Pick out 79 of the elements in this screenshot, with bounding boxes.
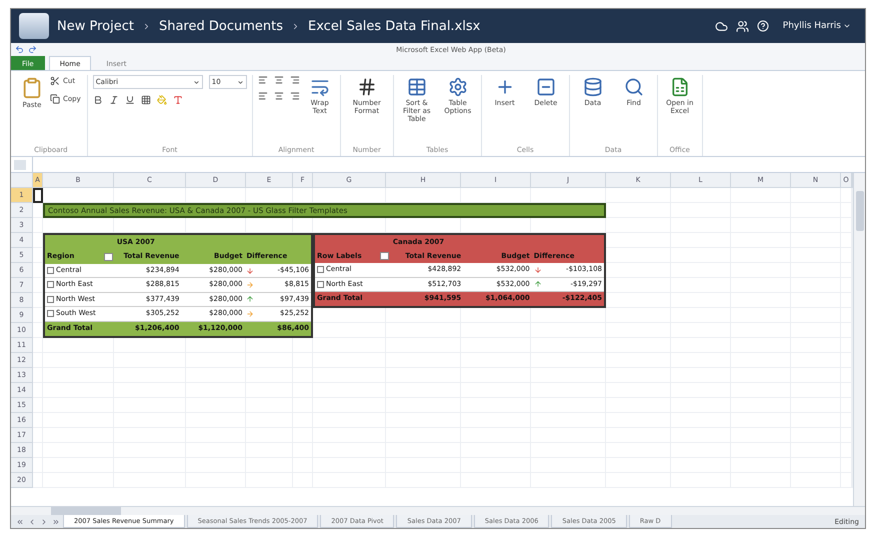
caret-icon — [192, 78, 200, 86]
grid-cell[interactable] — [33, 398, 43, 413]
grid-cell[interactable] — [841, 248, 852, 263]
table-icon — [406, 77, 427, 97]
grid-cell[interactable] — [606, 218, 671, 233]
grid-cell[interactable] — [33, 428, 43, 443]
grid-cell[interactable] — [33, 338, 43, 353]
chevron-icon — [291, 22, 300, 30]
grid-cell[interactable] — [841, 218, 852, 233]
align-left-icon[interactable] — [258, 75, 268, 85]
grid-cell[interactable] — [841, 203, 852, 218]
italic-icon[interactable] — [108, 95, 119, 105]
search-icon — [624, 77, 644, 97]
grid-cell[interactable] — [841, 428, 852, 443]
breadcrumb-item[interactable]: Shared Documents — [158, 18, 283, 34]
redo-icon[interactable] — [28, 45, 37, 54]
copy-icon — [50, 94, 60, 104]
fill-color-icon[interactable] — [156, 95, 167, 105]
undo-icon[interactable] — [15, 45, 24, 54]
minus-square-icon — [536, 77, 556, 97]
scissors-icon — [50, 76, 60, 86]
grid-cell[interactable] — [33, 443, 43, 458]
people-icon[interactable] — [736, 20, 749, 32]
active-cell[interactable] — [33, 188, 43, 203]
grid-cell[interactable] — [33, 458, 43, 473]
grid-cell[interactable] — [33, 368, 43, 383]
grid-cell[interactable] — [841, 323, 852, 338]
align-center-icon[interactable] — [274, 91, 284, 101]
align-right-icon[interactable] — [290, 75, 300, 85]
grid-cell[interactable] — [841, 278, 852, 293]
border-icon[interactable] — [140, 95, 151, 105]
grid-cell[interactable] — [841, 458, 852, 473]
grid-cell[interactable] — [731, 188, 791, 203]
help-icon[interactable] — [756, 20, 769, 32]
bold-icon[interactable] — [92, 95, 103, 105]
grid-cell[interactable] — [606, 308, 671, 323]
grid-cell[interactable] — [841, 353, 852, 368]
filter-icon[interactable] — [380, 252, 389, 260]
grid-cell[interactable] — [841, 383, 852, 398]
grid-cell[interactable] — [841, 443, 852, 458]
grid-cell[interactable] — [841, 338, 852, 353]
grid-cell[interactable] — [791, 188, 841, 203]
grid-cell[interactable] — [33, 413, 43, 428]
grid-cell[interactable] — [841, 413, 852, 428]
underline-icon[interactable] — [124, 95, 135, 105]
grid-cell[interactable] — [841, 368, 852, 383]
app-logo[interactable] — [19, 13, 49, 39]
formula-icon — [14, 160, 26, 170]
grid-cell[interactable] — [841, 233, 852, 248]
grid-cell[interactable] — [841, 308, 852, 323]
cloud-icon[interactable] — [714, 20, 728, 32]
grid-cell[interactable] — [33, 383, 43, 398]
grid-cell[interactable] — [671, 188, 731, 203]
font-color-icon[interactable] — [172, 95, 183, 105]
grid-cell[interactable] — [841, 473, 852, 488]
grid-cell[interactable] — [313, 338, 386, 353]
gear-icon — [448, 77, 468, 97]
breadcrumb-item: Excel Sales Data Final.xlsx — [308, 18, 480, 34]
database-icon — [582, 77, 603, 97]
vertical-scrollbar[interactable] — [853, 173, 865, 506]
grid-cell[interactable] — [33, 353, 43, 368]
grid-cell[interactable] — [841, 398, 852, 413]
grid-cell[interactable] — [606, 188, 671, 203]
grid-cell[interactable] — [841, 188, 852, 203]
align-left-icon[interactable] — [258, 91, 268, 101]
breadcrumb-item[interactable]: New Project — [57, 18, 134, 34]
grid-cell[interactable] — [841, 263, 852, 278]
grid-cell[interactable] — [33, 473, 43, 488]
clipboard-icon — [21, 77, 43, 99]
align-right-icon[interactable] — [290, 91, 300, 101]
number-icon — [356, 77, 377, 97]
spreadsheet-icon — [670, 77, 690, 97]
grid-cell[interactable] — [841, 293, 852, 308]
caret-icon — [236, 78, 244, 86]
caret-icon — [843, 22, 851, 30]
filter-icon[interactable] — [104, 252, 113, 261]
align-center-icon[interactable] — [274, 75, 284, 85]
horizontal-scrollbar[interactable] — [11, 506, 865, 515]
user-menu[interactable]: Phyllis Harris — [776, 20, 857, 32]
